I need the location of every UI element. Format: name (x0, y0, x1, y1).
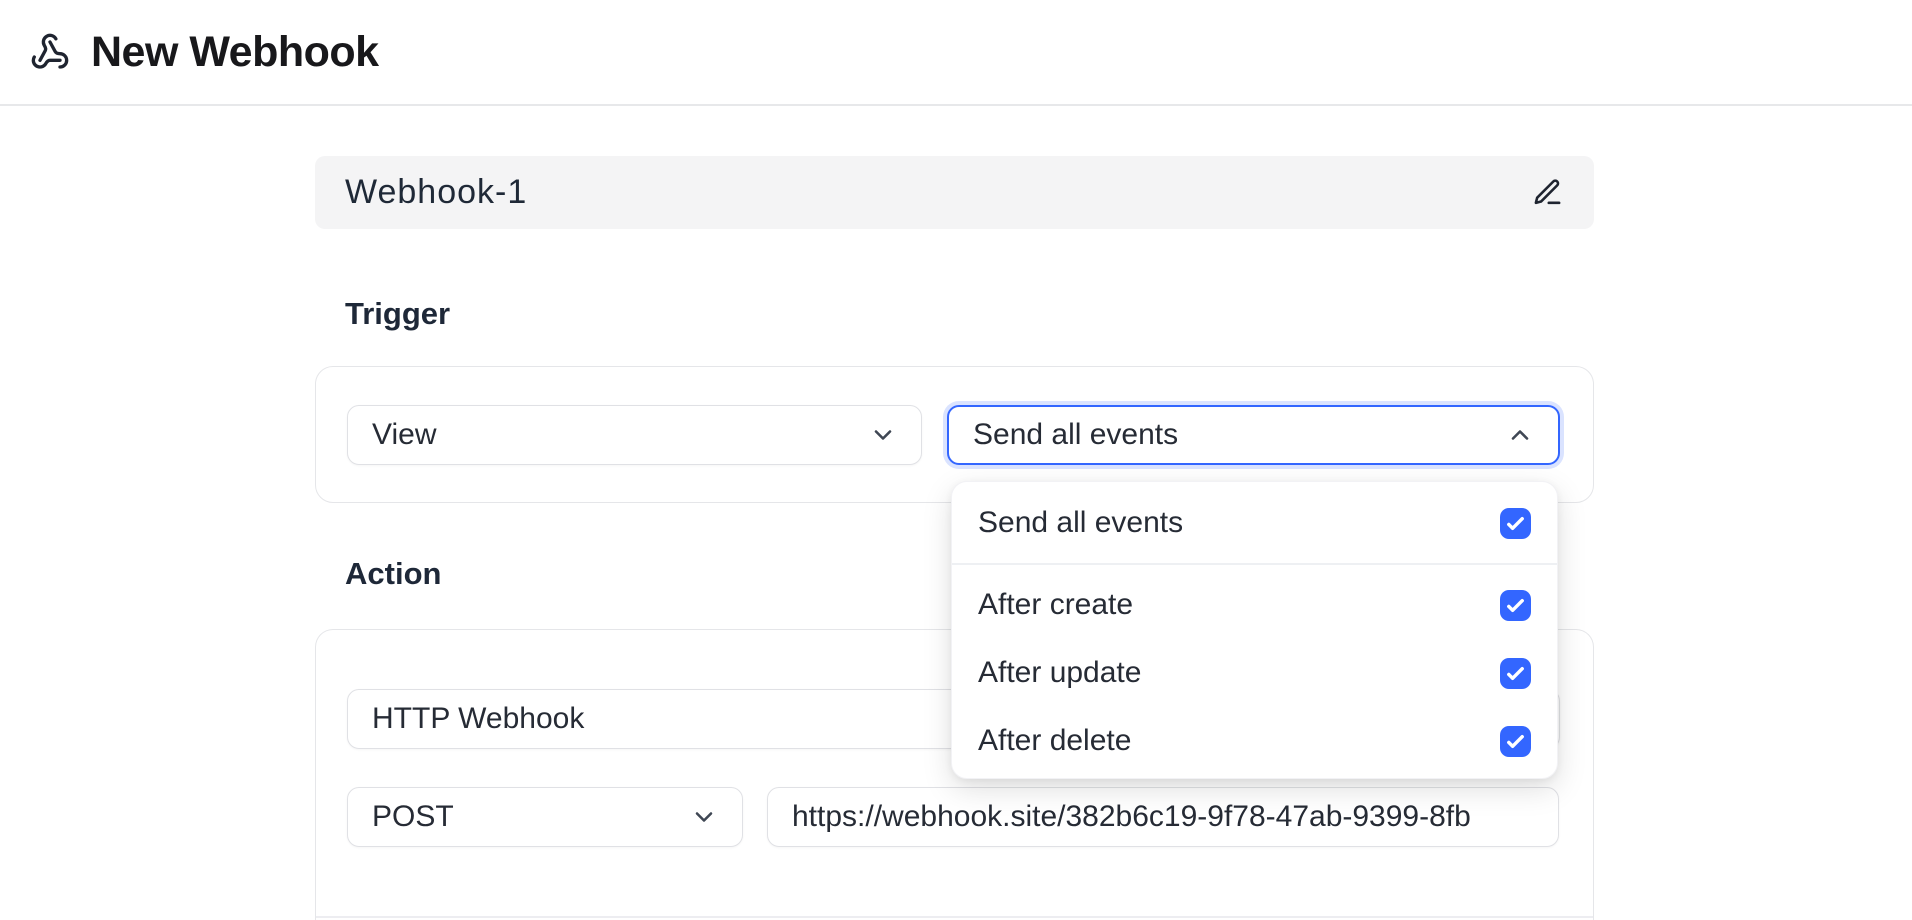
menu-item-label: After update (978, 656, 1141, 690)
menu-item-label: After delete (978, 724, 1131, 758)
check-icon[interactable] (1500, 508, 1531, 539)
webhook-icon (30, 32, 70, 72)
pencil-icon[interactable] (1530, 176, 1564, 210)
check-icon[interactable] (1500, 658, 1531, 689)
menu-item-label: Send all events (978, 506, 1183, 540)
page-title: New Webhook (91, 28, 379, 77)
chevron-up-icon (1506, 421, 1534, 449)
webhook-url-value[interactable] (792, 800, 1534, 834)
trigger-heading: Trigger (345, 296, 450, 332)
events-dropdown-menu: Send all events After create After updat… (951, 481, 1558, 779)
check-icon[interactable] (1500, 590, 1531, 621)
menu-item-after-update[interactable]: After update (952, 643, 1557, 703)
menu-item-send-all-events[interactable]: Send all events (952, 493, 1557, 553)
trigger-operation-value: Send all events (973, 418, 1178, 452)
webhook-name-field[interactable]: Webhook-1 (315, 156, 1594, 229)
http-method-select[interactable]: POST (347, 787, 743, 847)
check-icon[interactable] (1500, 726, 1531, 757)
webhook-name-value: Webhook-1 (345, 173, 527, 212)
menu-item-after-delete[interactable]: After delete (952, 711, 1557, 771)
action-type-value: HTTP Webhook (372, 702, 584, 736)
new-webhook-modal: New Webhook Webhook-1 Trigger View Send … (0, 0, 1912, 920)
modal-header: New Webhook (0, 0, 1912, 106)
trigger-operation-select[interactable]: Send all events (947, 405, 1560, 465)
webhook-url-input[interactable] (767, 787, 1559, 847)
menu-item-after-create[interactable]: After create (952, 575, 1557, 635)
http-method-value: POST (372, 800, 454, 834)
divider (316, 916, 1593, 918)
chevron-down-icon (690, 803, 718, 831)
action-heading: Action (345, 556, 441, 592)
menu-item-label: After create (978, 588, 1133, 622)
divider (952, 563, 1557, 565)
trigger-event-value: View (372, 418, 436, 452)
trigger-event-select[interactable]: View (347, 405, 922, 465)
chevron-down-icon (869, 421, 897, 449)
